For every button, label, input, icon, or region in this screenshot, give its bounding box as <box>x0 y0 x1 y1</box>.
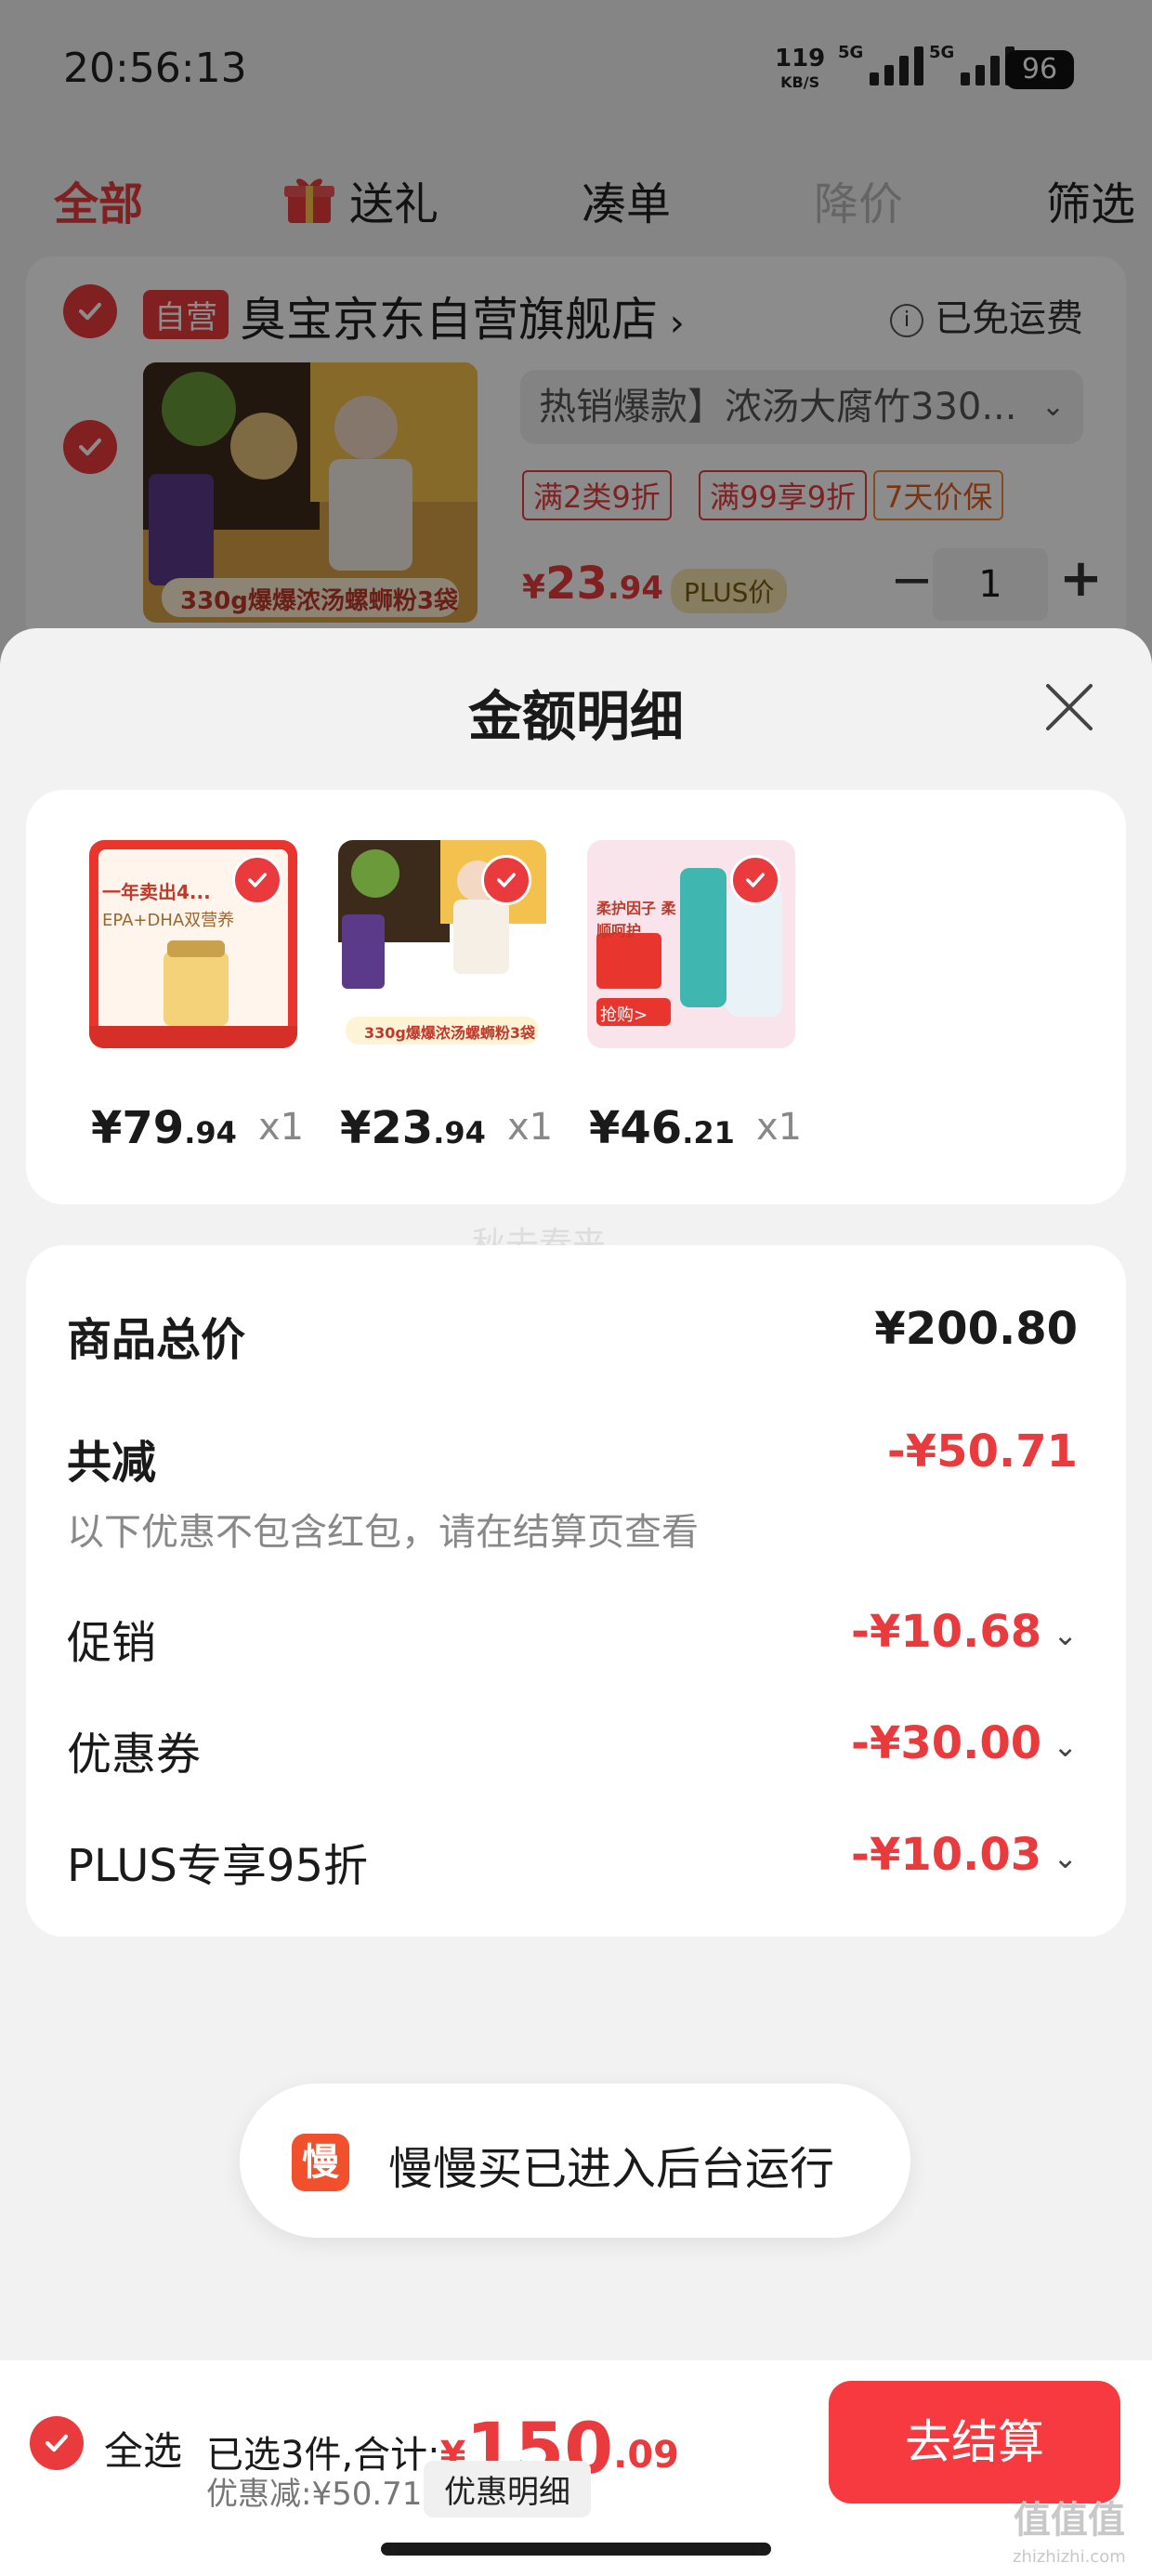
plus-discount-label: PLUS专享95折 <box>67 1840 368 1892</box>
item-thumbnail-caption: 一年卖出4... <box>102 881 211 903</box>
total-reduction-value: -¥50.71 <box>886 1426 1078 1478</box>
item-thumbnail-line: EPA+DHA双营养 <box>102 911 235 930</box>
coupon-value: -¥30.00 <box>851 1717 1042 1769</box>
item-checkbox[interactable] <box>232 855 282 905</box>
toast-message: 慢慢买已进入后台运行 <box>388 2143 835 2195</box>
promotion-value: -¥10.68 <box>851 1606 1042 1658</box>
item-thumbnail-caption: 柔护因子 柔顺呵护 <box>596 900 676 940</box>
coupon-row[interactable]: -¥30.00 ⌄ <box>851 1717 1078 1769</box>
item-checkbox[interactable] <box>481 855 531 905</box>
plus-discount-row[interactable]: -¥10.03 ⌄ <box>851 1829 1078 1881</box>
checkmark-icon <box>497 873 516 887</box>
chevron-down-icon: ⌄ <box>1053 1840 1078 1875</box>
coupon-label: 优惠券 <box>67 1728 202 1781</box>
background-toast: 慢 慢慢买已进入后台运行 <box>240 2083 910 2238</box>
discount-detail-button[interactable]: 优惠明细 <box>424 2461 591 2517</box>
item-checkbox[interactable] <box>730 855 780 905</box>
select-all-label[interactable]: 全选 <box>104 2420 182 2477</box>
total-reduction-label: 共减 <box>67 1437 157 1489</box>
item-thumbnail[interactable]: 一年卖出4... EPA+DHA双营养 <box>89 840 297 1048</box>
chevron-down-icon: ⌄ <box>1053 1617 1078 1652</box>
item-thumbnail-line: 抢购> <box>600 1005 648 1025</box>
item-quantity: x1 <box>258 1106 305 1149</box>
checkmark-icon <box>45 2434 69 2452</box>
item-price: ¥79.94 <box>91 1102 237 1154</box>
app-logo-icon: 慢 <box>292 2134 349 2191</box>
item-price: ¥46.21 <box>589 1102 735 1154</box>
sheet-title: 金额明细 <box>467 685 684 748</box>
checkmark-icon <box>746 873 765 887</box>
site-watermark-logo: 值值值 zhizhizhi.com <box>1013 2499 1126 2567</box>
item-thumbnail[interactable]: 330g爆爆浓汤螺蛳粉3袋 <box>338 840 546 1048</box>
checkout-button[interactable]: 去结算 <box>829 2381 1120 2504</box>
item-price: ¥23.94 <box>340 1102 486 1154</box>
total-price-label: 商品总价 <box>67 1314 246 1366</box>
item-thumbnail-caption: 330g爆爆浓汤螺蛳粉3袋 <box>364 1024 535 1042</box>
item-quantity: x1 <box>756 1106 803 1149</box>
promotion-row[interactable]: -¥10.68 ⌄ <box>851 1606 1078 1658</box>
home-indicator[interactable] <box>381 2543 771 2556</box>
discount-note: 以下优惠不包含红包，请在结算页查看 <box>67 1511 699 1554</box>
plus-discount-value: -¥10.03 <box>851 1829 1042 1881</box>
checkmark-icon <box>248 873 267 887</box>
chevron-down-icon: ⌄ <box>1053 1728 1078 1764</box>
item-quantity: x1 <box>507 1106 554 1149</box>
select-all-checkbox[interactable] <box>30 2416 84 2470</box>
close-icon[interactable] <box>1042 680 1096 734</box>
promotion-label: 促销 <box>67 1617 157 1669</box>
item-thumbnail[interactable]: 柔护因子 柔顺呵护 抢购> <box>587 840 795 1048</box>
total-price-value: ¥200.80 <box>874 1303 1078 1355</box>
discount-summary: 优惠减:¥50.71 <box>206 2476 423 2513</box>
